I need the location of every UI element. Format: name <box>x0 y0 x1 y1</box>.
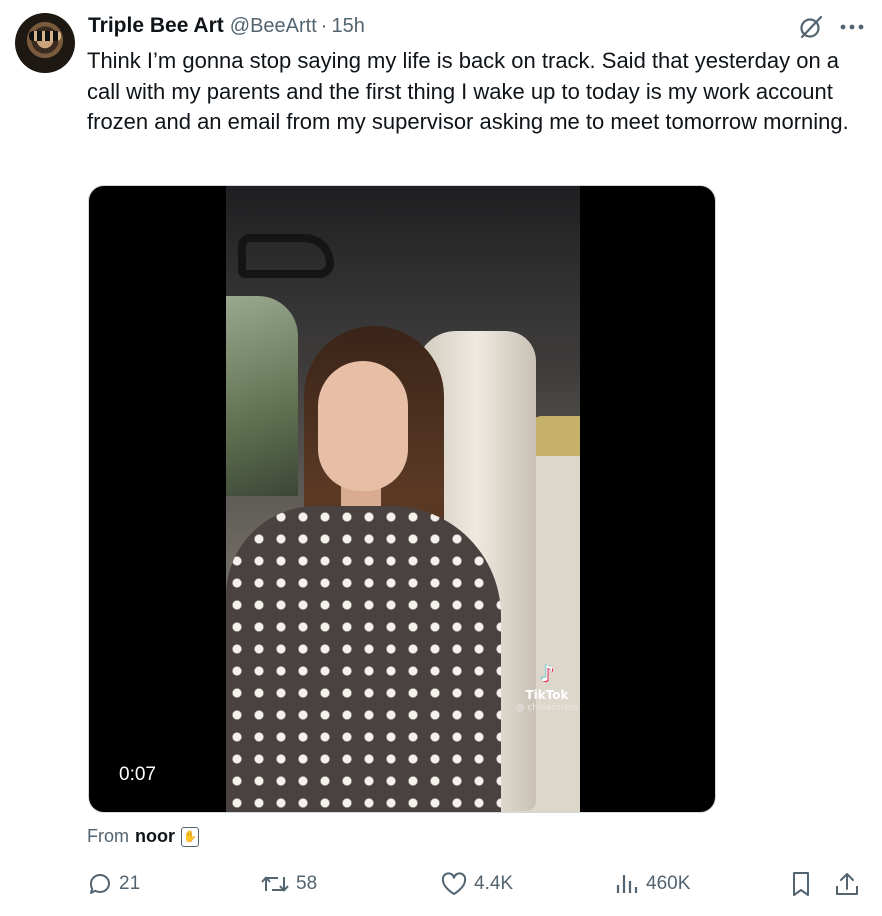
avatar[interactable] <box>15 13 75 73</box>
repost-count: 58 <box>296 873 318 894</box>
video-scene-window <box>226 296 298 496</box>
repost-button[interactable]: 58 <box>260 866 317 902</box>
tweet-text: Think I’m gonna stop saying my life is b… <box>87 48 849 134</box>
share-icon <box>834 870 860 898</box>
views-icon <box>614 871 640 897</box>
reply-icon <box>87 871 113 897</box>
tweet-header: Triple Bee Art @BeeArtt · 15h <box>88 14 365 42</box>
reply-button[interactable]: 21 <box>87 866 140 902</box>
video-player[interactable]: ♪ TikTok @ chloeforero 0:07 <box>88 185 716 813</box>
video-duration: 0:07 <box>109 760 166 790</box>
video-scene-face <box>318 361 408 491</box>
like-icon <box>440 871 468 897</box>
like-count: 4.4K <box>474 873 514 894</box>
tiktok-user: @ chloeforero <box>515 703 579 713</box>
tiktok-watermark: ♪ TikTok @ chloeforero <box>512 664 580 714</box>
share-button[interactable] <box>834 866 860 902</box>
attribution: From noor ✋ <box>87 826 199 847</box>
tiktok-icon: ♪ <box>539 662 555 687</box>
reply-count: 21 <box>119 873 141 894</box>
video-scene-rear-window <box>530 416 580 456</box>
hand-emoji-icon: ✋ <box>181 826 199 847</box>
more-icon[interactable] <box>840 22 864 32</box>
attribution-name[interactable]: noor <box>135 826 175 847</box>
grok-icon[interactable] <box>798 14 824 40</box>
video-frame[interactable]: ♪ TikTok @ chloeforero <box>226 186 580 812</box>
video-scene-handle <box>238 234 334 278</box>
attribution-prefix: From <box>87 826 129 846</box>
bookmark-button[interactable] <box>788 866 814 902</box>
user-handle[interactable]: @BeeArtt <box>230 15 317 38</box>
bookmark-icon <box>788 870 814 898</box>
display-name[interactable]: Triple Bee Art <box>88 14 224 38</box>
views-count: 460K <box>646 873 691 894</box>
timestamp-link[interactable]: 15h <box>331 15 364 38</box>
repost-icon <box>260 871 290 897</box>
tiktok-brand: TikTok <box>525 688 569 702</box>
video-scene-body <box>226 506 501 812</box>
top-actions <box>798 14 864 40</box>
action-bar: 21 58 4.4K 460K <box>0 866 882 902</box>
like-button[interactable]: 4.4K <box>440 866 513 902</box>
views-button[interactable]: 460K <box>614 866 690 902</box>
separator-dot: · <box>320 15 328 37</box>
